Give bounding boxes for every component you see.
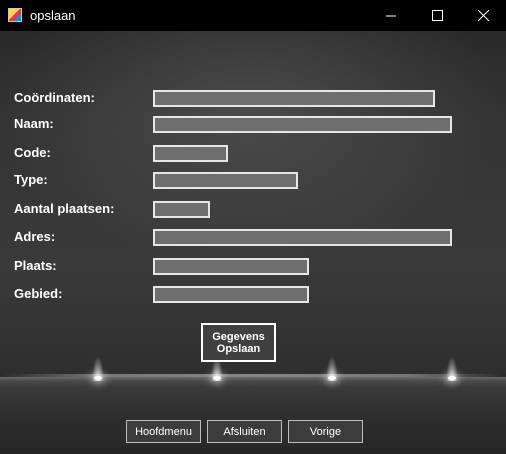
minimize-button[interactable]: [368, 0, 414, 31]
spotlight: [446, 331, 458, 381]
app-icon: [8, 8, 22, 22]
adres-input[interactable]: [153, 229, 452, 246]
previous-button[interactable]: Vorige: [288, 420, 363, 443]
label-plaats: Plaats:: [14, 258, 57, 273]
main-menu-button[interactable]: Hoofdmenu: [126, 420, 201, 443]
aantal-plaatsen-input[interactable]: [153, 201, 210, 218]
close-button[interactable]: [460, 0, 506, 31]
label-coordinaten: Coördinaten:: [14, 90, 95, 105]
save-button-line2: Opslaan: [216, 342, 261, 355]
label-type: Type:: [14, 172, 48, 187]
type-input[interactable]: [153, 172, 298, 189]
window-title: opslaan: [30, 8, 76, 23]
spotlight: [326, 331, 338, 381]
label-naam: Naam:: [14, 116, 54, 131]
gebied-input[interactable]: [153, 286, 309, 303]
spotlight: [92, 331, 104, 381]
maximize-button[interactable]: [414, 0, 460, 31]
label-aantal-plaatsen: Aantal plaatsen:: [14, 201, 115, 216]
label-gebied: Gebied:: [14, 286, 63, 301]
save-button-line1: Gegevens: [212, 330, 265, 343]
form-area: Coördinaten: Naam: Code: Type: Aantal pl…: [0, 31, 506, 454]
spotlight-dot: [94, 376, 102, 380]
save-data-button[interactable]: Gegevens Opslaan: [201, 323, 276, 362]
title-bar: opslaan: [0, 0, 506, 31]
code-input[interactable]: [153, 145, 228, 162]
naam-input[interactable]: [153, 116, 452, 133]
maximize-icon: [431, 10, 443, 21]
minimize-icon: [385, 15, 396, 17]
spotlight-dot: [213, 376, 221, 380]
close-app-button[interactable]: Afsluiten: [207, 420, 282, 443]
spotlight-dot: [448, 376, 456, 380]
label-adres: Adres:: [14, 229, 56, 244]
spotlight-dot: [328, 376, 336, 380]
plaats-input[interactable]: [153, 258, 309, 275]
label-code: Code:: [14, 145, 51, 160]
close-icon: [477, 10, 489, 21]
coordinaten-input[interactable]: [153, 90, 435, 107]
